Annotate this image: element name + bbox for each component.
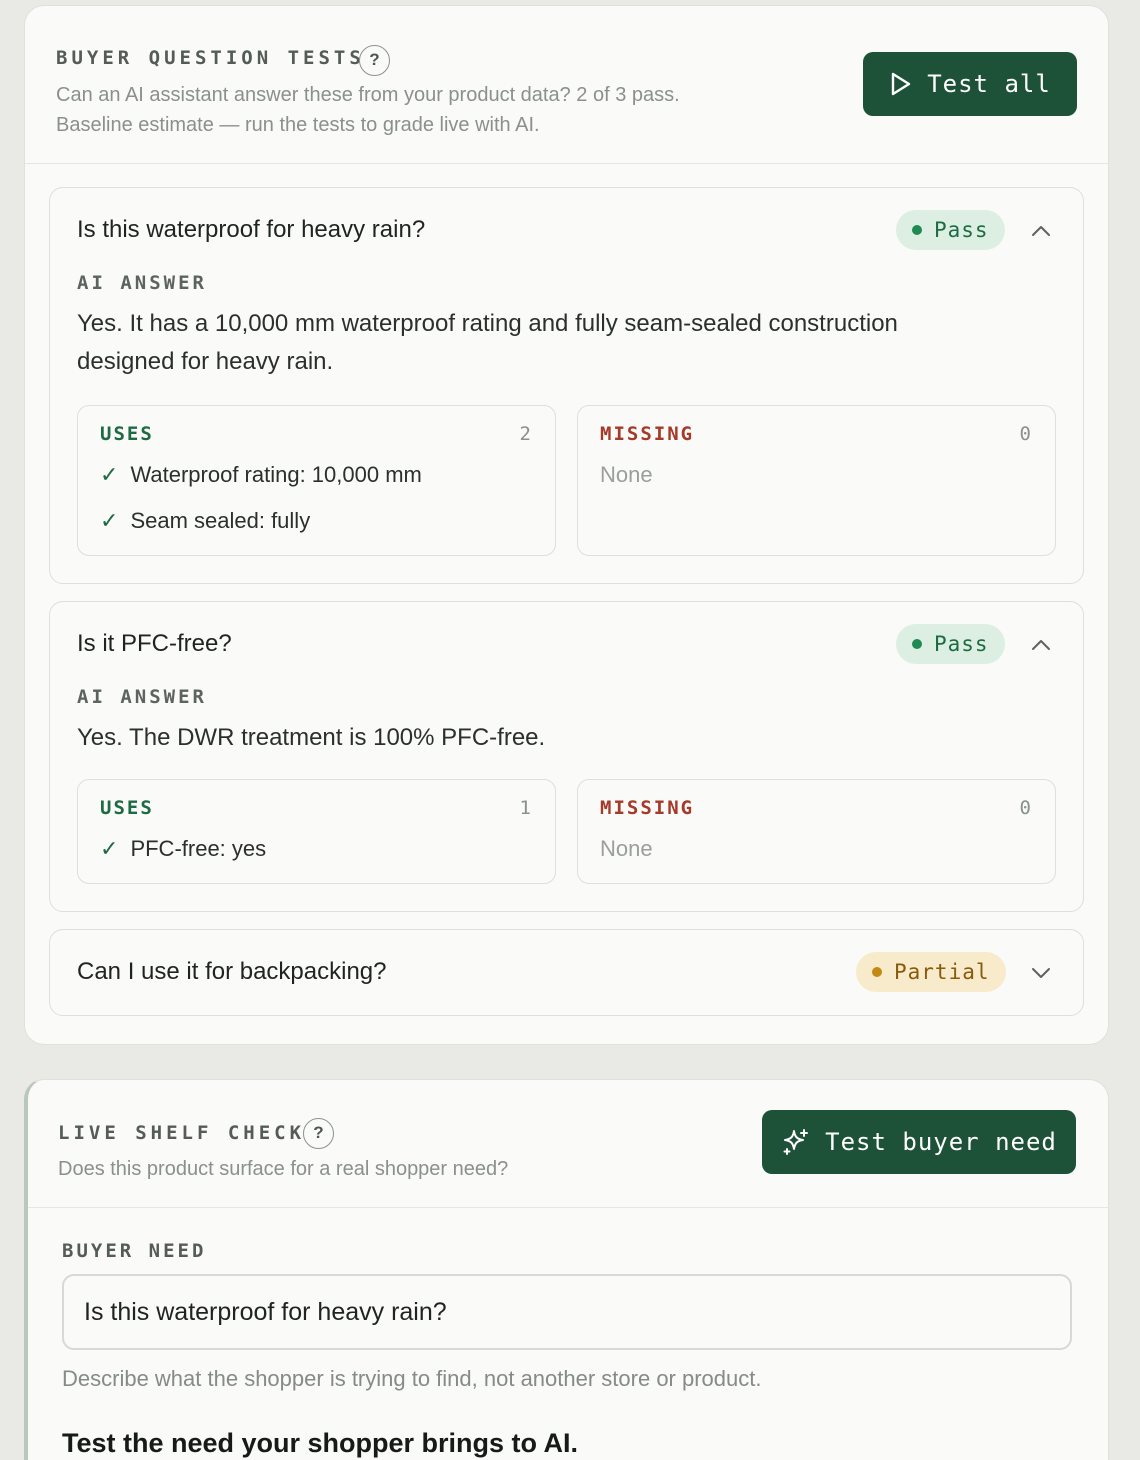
- uses-label: USES: [100, 797, 154, 819]
- buyer-need-label: BUYER NEED: [62, 1240, 207, 1262]
- status-dot: [872, 967, 882, 977]
- uses-item-label: Waterproof rating: 10,000 mm: [130, 462, 422, 487]
- chevron-up-icon[interactable]: [1029, 219, 1053, 243]
- buyer-tests-description-line1: Can an AI assistant answer these from yo…: [56, 84, 680, 106]
- uses-item-label: PFC-free: yes: [130, 836, 267, 861]
- question-title: Is it PFC-free?: [77, 630, 232, 657]
- missing-count: 0: [1019, 423, 1031, 445]
- shelf-check-title: LIVE SHELF CHECK: [58, 1122, 306, 1144]
- status-dot: [912, 225, 922, 235]
- status-label: Pass: [934, 218, 989, 242]
- uses-box: USES 1 ✓ PFC-free: yes: [77, 779, 556, 884]
- ai-answer-label: AI ANSWER: [77, 686, 207, 708]
- missing-label: MISSING: [600, 797, 695, 819]
- shelf-check-description: Does this product surface for a real sho…: [58, 1158, 509, 1180]
- status-label: Partial: [894, 960, 990, 984]
- buyer-tests-description: Can an AI assistant answer these from yo…: [56, 80, 680, 140]
- buyer-tests-title: BUYER QUESTION TESTS: [56, 47, 365, 69]
- buyer-question-tests-card: BUYER QUESTION TESTS ? Can an AI assista…: [24, 5, 1109, 1045]
- test-all-label: Test all: [927, 70, 1051, 98]
- play-icon: [892, 72, 911, 96]
- missing-count: 0: [1019, 797, 1031, 819]
- uses-count: 1: [519, 797, 531, 819]
- question-title: Is this waterproof for heavy rain?: [77, 216, 426, 243]
- question-title: Can I use it for backpacking?: [77, 958, 387, 985]
- help-icon[interactable]: ?: [303, 1118, 334, 1149]
- uses-item: ✓ PFC-free: yes: [100, 836, 266, 862]
- missing-box: MISSING 0 None: [577, 779, 1056, 884]
- uses-item: ✓ Waterproof rating: 10,000 mm: [100, 462, 422, 488]
- shelf-check-header: LIVE SHELF CHECK ? Does this product sur…: [28, 1080, 1108, 1208]
- missing-none-text: None: [600, 836, 653, 861]
- question-card-pfc-free: Is it PFC-free? Pass AI ANSWER Yes. The …: [49, 601, 1084, 912]
- uses-count: 2: [519, 423, 531, 445]
- test-buyer-need-button[interactable]: Test buyer need: [762, 1110, 1076, 1174]
- question-card-backpacking[interactable]: Can I use it for backpacking? Partial: [49, 929, 1084, 1016]
- buyer-need-hint: Describe what the shopper is trying to f…: [62, 1366, 762, 1391]
- chevron-down-icon[interactable]: [1029, 961, 1053, 985]
- status-dot: [912, 639, 922, 649]
- missing-box: MISSING 0 None: [577, 405, 1056, 556]
- sparkle-icon: [783, 1129, 809, 1155]
- check-icon: ✓: [100, 508, 119, 533]
- live-shelf-check-card: LIVE SHELF CHECK ? Does this product sur…: [24, 1079, 1109, 1460]
- cta-heading: Test the need your shopper brings to AI.: [62, 1428, 579, 1458]
- uses-box: USES 2 ✓ Waterproof rating: 10,000 mm ✓ …: [77, 405, 556, 556]
- help-icon[interactable]: ?: [359, 45, 390, 76]
- ai-answer-text: Yes. It has a 10,000 mm waterproof ratin…: [77, 310, 898, 375]
- uses-item-label: Seam sealed: fully: [130, 508, 311, 533]
- test-buyer-need-label: Test buyer need: [825, 1128, 1057, 1156]
- buyer-tests-description-line2: Baseline estimate — run the tests to gra…: [56, 114, 540, 136]
- status-label: Pass: [934, 632, 989, 656]
- test-all-button[interactable]: Test all: [863, 52, 1077, 116]
- check-icon: ✓: [100, 462, 119, 487]
- ai-answer-text: Yes. The DWR treatment is 100% PFC-free.: [77, 724, 546, 751]
- buyer-tests-header: BUYER QUESTION TESTS ? Can an AI assista…: [25, 6, 1108, 164]
- status-badge-pass: Pass: [896, 210, 1005, 250]
- status-badge-pass: Pass: [896, 624, 1005, 664]
- missing-none-text: None: [600, 462, 653, 487]
- ai-answer-label: AI ANSWER: [77, 272, 207, 294]
- status-badge-partial: Partial: [856, 952, 1006, 992]
- chevron-up-icon[interactable]: [1029, 633, 1053, 657]
- question-card-waterproof: Is this waterproof for heavy rain? Pass …: [49, 187, 1084, 584]
- missing-label: MISSING: [600, 423, 695, 445]
- uses-label: USES: [100, 423, 154, 445]
- buyer-need-input[interactable]: [62, 1274, 1072, 1350]
- check-icon: ✓: [100, 836, 119, 861]
- uses-item: ✓ Seam sealed: fully: [100, 508, 310, 534]
